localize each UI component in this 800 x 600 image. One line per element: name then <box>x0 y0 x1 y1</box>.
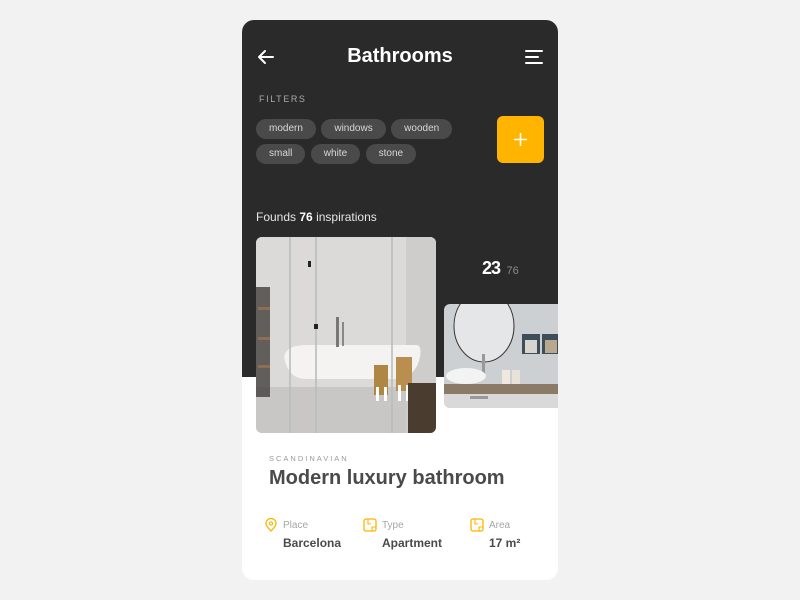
filter-chip-small[interactable]: small <box>256 144 306 164</box>
filter-chip-windows[interactable]: windows <box>321 119 386 139</box>
bathroom-image-secondary <box>444 304 558 408</box>
location-pin-icon <box>265 518 277 532</box>
filters-label: FILTERS <box>259 94 307 104</box>
results-prefix: Founds <box>256 210 297 224</box>
menu-button[interactable] <box>524 48 544 66</box>
filter-chip-stone[interactable]: stone <box>365 144 417 164</box>
menu-lines-icon <box>525 50 543 64</box>
results-number: 76 <box>299 210 313 224</box>
card-title: Modern luxury bathroom <box>269 467 505 489</box>
detail-value: Apartment <box>382 536 443 550</box>
current-slide: 23 <box>482 258 501 278</box>
slide-counter: 23 76 <box>482 258 519 279</box>
detail-label: Area <box>489 520 511 531</box>
main-bathroom-photo[interactable] <box>256 237 436 433</box>
app-screen: Bathrooms FILTERS modern windows wooden … <box>242 20 558 580</box>
filter-chips: modern windows wooden small white stone <box>256 118 466 168</box>
detail-label: Place <box>283 520 309 531</box>
total-slides: 76 <box>506 265 519 277</box>
filter-chip-wooden[interactable]: wooden <box>391 119 453 139</box>
filter-chip-white[interactable]: white <box>310 144 361 164</box>
add-filter-button[interactable] <box>497 116 544 163</box>
floorplan-icon <box>363 518 377 532</box>
detail-label: Type <box>382 520 404 531</box>
results-suffix: inspirations <box>316 210 377 224</box>
floorplan-icon <box>470 518 484 532</box>
page-title: Bathrooms <box>347 45 453 67</box>
next-bathroom-photo[interactable] <box>444 304 558 408</box>
detail-value: Barcelona <box>283 536 342 550</box>
card-category: SCANDINAVIAN <box>269 454 349 463</box>
plus-icon <box>514 133 527 146</box>
detail-value: 17 m² <box>489 536 521 550</box>
bathroom-image <box>256 237 436 433</box>
results-count: Founds 76 inspirations <box>256 210 377 224</box>
filter-chip-modern[interactable]: modern <box>256 119 316 139</box>
